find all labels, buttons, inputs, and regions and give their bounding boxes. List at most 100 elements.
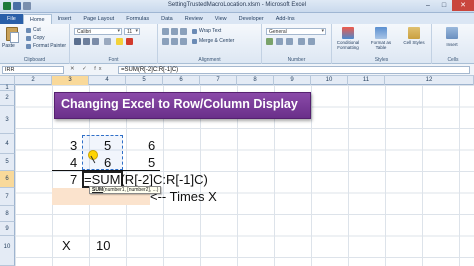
column-header[interactable]: 4 — [89, 76, 126, 85]
fill-color-icon[interactable] — [116, 38, 123, 45]
tab-developer[interactable]: Developer — [233, 14, 270, 24]
alignment-label: Alignment — [198, 57, 221, 63]
tab-view[interactable]: View — [209, 14, 233, 24]
currency-icon[interactable] — [266, 38, 273, 45]
merge-center-button[interactable]: Merge & Center — [192, 38, 234, 44]
cell-r10c2[interactable]: X — [62, 236, 71, 255]
window-title: SettingTrustedMacroLocation.xlsm - Micro… — [167, 2, 307, 8]
tab-file[interactable]: File — [0, 14, 23, 24]
column-header[interactable]: 5 — [126, 76, 163, 85]
title-bar: SettingTrustedMacroLocation.xlsm - Micro… — [0, 0, 474, 13]
font-color-icon[interactable] — [126, 38, 133, 45]
cells-label: Cells — [447, 57, 459, 63]
column-header[interactable]: 12 — [385, 76, 474, 85]
format-table-button[interactable]: Format as Table — [368, 40, 394, 50]
row-header[interactable]: 4 — [0, 134, 15, 154]
insert-cells-icon[interactable] — [446, 27, 458, 39]
align-middle-icon[interactable] — [171, 28, 178, 35]
alignment-group: Wrap Text Merge & Center Alignment — [158, 24, 262, 64]
format-table-icon[interactable] — [375, 27, 387, 39]
styles-group: Conditional Formatting Format as Table C… — [332, 24, 432, 64]
tab-home[interactable]: Home — [22, 14, 52, 24]
brush-icon — [26, 43, 31, 49]
comma-icon[interactable] — [286, 38, 293, 45]
percent-icon[interactable] — [276, 38, 283, 45]
select-all-corner[interactable] — [0, 76, 15, 85]
increase-decimal-icon[interactable] — [298, 38, 305, 45]
maximize-icon[interactable]: □ — [436, 0, 452, 11]
row-header-selected[interactable]: 6 — [0, 171, 15, 188]
conditional-formatting-icon[interactable] — [342, 27, 354, 39]
insert-cells-button[interactable]: Insert — [439, 42, 465, 47]
cut-button[interactable]: Cut — [26, 27, 41, 33]
font-size-select[interactable]: 11 — [124, 28, 140, 35]
align-left-icon[interactable] — [162, 38, 169, 45]
banner-title: Changing Excel to Row/Column Display — [61, 97, 298, 111]
font-group: Calibri 11 Font — [70, 24, 158, 64]
paste-icon[interactable] — [6, 27, 19, 43]
border-icon[interactable] — [104, 38, 111, 45]
align-bottom-icon[interactable] — [180, 28, 187, 35]
decrease-decimal-icon[interactable] — [308, 38, 315, 45]
formula-input[interactable]: =SUM(R[-2]C:R[-1]C) — [118, 66, 470, 74]
clipboard-label: Clipboard — [23, 57, 46, 63]
format-painter-button[interactable]: Format Painter — [26, 43, 66, 49]
minimize-icon[interactable]: – — [420, 0, 436, 11]
cell-r10c3[interactable]: 10 — [96, 236, 110, 255]
column-header[interactable]: 11 — [348, 76, 385, 85]
align-center-icon[interactable] — [171, 38, 178, 45]
number-label: Number — [287, 57, 306, 63]
column-header-selected[interactable]: 3 — [52, 76, 89, 85]
paste-button[interactable]: Paste — [2, 43, 15, 49]
column-header[interactable]: 8 — [237, 76, 274, 85]
row-header[interactable]: 9 — [0, 222, 15, 236]
cells-group: Insert Cells — [432, 24, 474, 64]
tab-add-ins[interactable]: Add-Ins — [270, 14, 301, 24]
ribbon: Paste Cut Copy Format Painter Clipboard … — [0, 24, 474, 64]
row-header[interactable]: 3 — [0, 106, 15, 134]
tab-insert[interactable]: Insert — [52, 14, 78, 24]
merge-icon — [192, 38, 197, 44]
row-header[interactable]: 10 — [0, 236, 15, 266]
window-controls: – □ ✕ — [420, 0, 474, 11]
wrap-text-button[interactable]: Wrap Text — [192, 28, 221, 34]
function-tooltip[interactable]: SUM(number1, [number2], ...) — [89, 186, 162, 194]
align-top-icon[interactable] — [162, 28, 169, 35]
conditional-formatting-button[interactable]: Conditional Formatting — [335, 40, 361, 50]
styles-label: Styles — [374, 57, 389, 63]
row-header[interactable]: 2 — [0, 91, 15, 106]
cell-r6c2[interactable]: 7 — [70, 170, 77, 189]
column-header[interactable]: 10 — [311, 76, 348, 85]
formula-controls[interactable]: ✕ ✓ fx — [70, 66, 105, 72]
tab-formulas[interactable]: Formulas — [120, 14, 155, 24]
cell-styles-button[interactable]: Cell Styles — [401, 40, 427, 45]
cell-styles-icon[interactable] — [408, 27, 420, 39]
column-header[interactable]: 2 — [15, 76, 52, 85]
font-name-select[interactable]: Calibri — [74, 28, 122, 35]
align-right-icon[interactable] — [180, 38, 187, 45]
number-format-select[interactable]: General — [266, 28, 326, 35]
name-box[interactable]: IRR — [2, 66, 64, 74]
column-header[interactable]: 7 — [200, 76, 237, 85]
title-banner: Changing Excel to Row/Column Display — [54, 92, 311, 119]
row-header[interactable]: 5 — [0, 154, 15, 171]
italic-icon[interactable] — [83, 38, 90, 45]
copy-button[interactable]: Copy — [26, 35, 45, 41]
column-header[interactable]: 6 — [163, 76, 200, 85]
number-group: General Number — [262, 24, 332, 64]
bold-icon[interactable] — [74, 38, 81, 45]
column-header[interactable]: 9 — [274, 76, 311, 85]
tab-review[interactable]: Review — [179, 14, 209, 24]
copy-icon — [26, 35, 31, 41]
tooltip-function-name[interactable]: SUM — [92, 187, 103, 193]
row-header[interactable]: 7 — [0, 188, 15, 206]
ribbon-tabs: File Home Insert Page Layout Formulas Da… — [0, 13, 474, 24]
mouse-cursor-icon — [88, 150, 98, 160]
underline-icon[interactable] — [92, 38, 99, 45]
formula-bar: IRR ✕ ✓ fx =SUM(R[-2]C:R[-1]C) — [0, 64, 474, 76]
tab-page-layout[interactable]: Page Layout — [77, 14, 120, 24]
tab-data[interactable]: Data — [155, 14, 179, 24]
clipboard-group: Paste Cut Copy Format Painter Clipboard — [0, 24, 70, 64]
row-header[interactable]: 8 — [0, 206, 15, 222]
close-icon[interactable]: ✕ — [452, 0, 474, 11]
